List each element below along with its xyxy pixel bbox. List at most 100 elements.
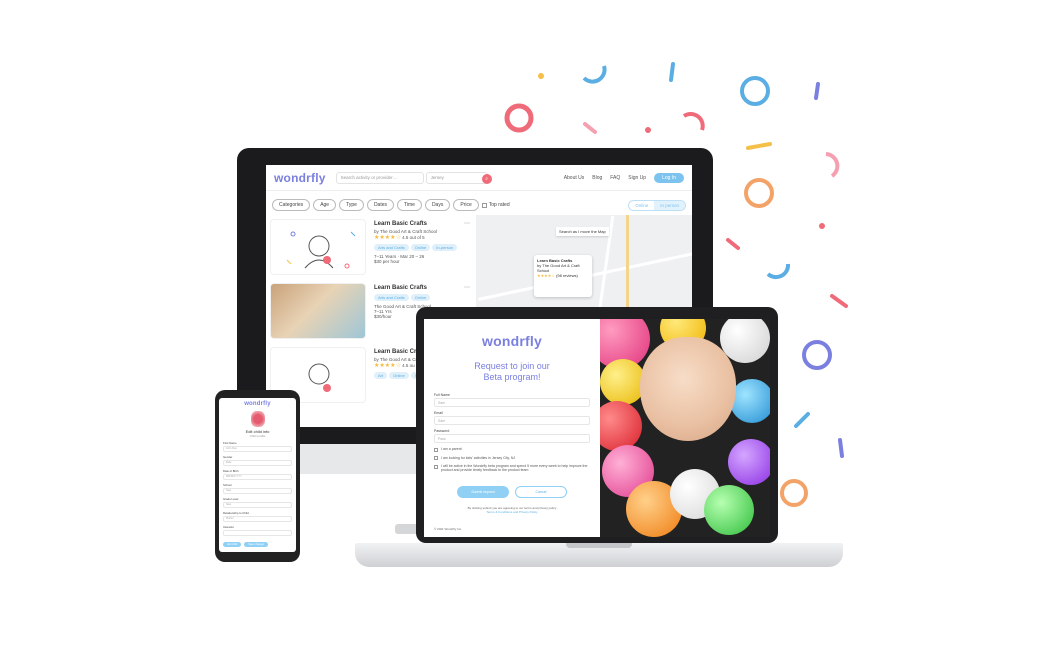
laptop-screen: wondrfly Request to join our Beta progra… [424,319,770,537]
title-line-1: Request to join our [474,361,550,371]
star-rating-icon: ★★★★☆ [374,235,401,241]
tag: Online [389,372,409,379]
filter-price[interactable]: Price [453,199,479,211]
child-face [640,337,736,441]
form-buttons: Submit request Cancel [434,486,590,498]
dob-label: Date of Birth [223,469,239,473]
tag: Arts and Crafts [374,244,409,251]
password-field[interactable]: Pass [434,434,590,443]
checkbox-icon [481,202,487,208]
ball [728,439,770,485]
phone-buttons: Add child Save changes [223,542,292,547]
listing-photo [270,283,366,339]
nav-faq[interactable]: FAQ [610,175,620,181]
terms-notice: By clicking submit you are agreeing to o… [434,506,590,514]
rating-text: 4.5 ou [402,363,415,368]
tag: Online [410,294,431,301]
first-name-field[interactable]: John Doe [223,446,292,452]
nav-sign-up[interactable]: Sign Up [628,175,646,181]
toggle-online[interactable]: Online [629,201,654,210]
dob-field[interactable]: MM/DD/YYYY [223,474,292,480]
share-icon[interactable]: ⋯ [464,284,470,291]
filter-categories[interactable]: Categories [272,199,311,211]
star-rating-icon: ★★★★☆ [374,363,401,369]
grade-field[interactable]: Sate [223,502,292,508]
listing-title[interactable]: Learn Basic Crafts [374,285,472,291]
site-header: wondrfly Search activity or provider… Je… [266,165,692,191]
phone-subtitle: Child profile [249,434,266,438]
interests-label: Interests [223,525,234,529]
listing-title[interactable]: Learn Basic Crafts [374,221,472,227]
top-rated-checkbox[interactable]: Top rated [481,202,510,208]
password-label: Password [434,429,450,433]
tag: Online [410,244,431,251]
ball [730,379,770,423]
checkbox-label: I will be active in the Wondrfly beta pr… [441,464,588,472]
filter-type[interactable]: Type [339,199,364,211]
add-child-button[interactable]: Add child [223,542,242,547]
laptop-notch [566,543,632,548]
school-field[interactable]: Sate [223,488,292,494]
listing-rating: ★★★★☆ 4.5 out of 5 [374,234,472,241]
gender-field[interactable]: Male [223,460,292,466]
cancel-button[interactable]: Cancel [515,486,567,498]
checkbox-icon [434,464,438,469]
share-icon[interactable]: ⋯ [464,220,470,227]
search-input[interactable]: Search activity or provider… [335,171,424,184]
popup-provider: by The Good Art & Craft School [537,263,580,273]
title-line-2: Beta program! [483,372,541,382]
nav-blog[interactable]: Blog [592,175,602,181]
nav-about-us[interactable]: About Us [564,175,585,181]
wondrfly-logo[interactable]: wondrfly [223,401,292,407]
child-avatar[interactable] [250,411,265,427]
star-rating-icon: ★★★★☆ [537,273,555,278]
listing-illustration [270,219,366,275]
online-inperson-toggle: Online In person [628,199,686,211]
filter-time[interactable]: Time [397,199,422,211]
location-value: Jersey [430,175,444,180]
relationship-field[interactable]: Mother [223,516,292,522]
search-placeholder: Search activity or provider… [340,175,398,180]
first-name-label: First Name [223,441,237,445]
beta-signup-form: wondrfly Request to join our Beta progra… [424,319,600,537]
filter-days[interactable]: Days [424,199,451,211]
listing-tags: Arts and Crafts Online In-person [374,244,472,251]
interests-field[interactable] [223,530,292,536]
listing-info: ⋯ Learn Basic Crafts by The Good Art & C… [374,219,472,275]
email-label: Email [434,411,443,415]
location-input[interactable]: Jersey ⌕ [425,171,492,184]
login-button[interactable]: Log In [654,172,684,183]
search-go-icon[interactable]: ⌕ [481,173,492,184]
school-label: School [223,483,232,487]
top-nav: About Us Blog FAQ Sign Up Log In [564,172,684,183]
looking-checkbox[interactable]: I am looking for kids' activities in Jer… [434,456,590,460]
filter-bar: Categories Age Type Dates Time Days Pric… [266,191,692,215]
email-field[interactable]: Sam [434,416,590,425]
map-popup[interactable]: Learn Basic Crafts by The Good Art & Cra… [534,255,592,297]
map-hint-label: Search as I move the Map [559,229,606,234]
ball-pit-photo [600,319,770,537]
filter-age[interactable]: Age [313,199,337,211]
submit-request-button[interactable]: Submit request [457,486,509,498]
active-checkbox[interactable]: I will be active in the Wondrfly beta pr… [434,464,590,472]
ball [704,485,754,535]
search-as-move-checkbox[interactable]: Search as I move the Map [556,227,609,236]
listing-card[interactable]: ⋯ Learn Basic Crafts by The Good Art & C… [270,219,472,275]
parent-checkbox[interactable]: I am a parent [434,447,590,452]
smartphone: wondrfly Edit child info Child profile F… [215,390,300,562]
form-title: Request to join our Beta program! [434,361,590,383]
terms-links[interactable]: Terms & Conditions and Privacy Policy [434,510,590,514]
rating-text: 4.5 out of 5 [402,235,425,240]
listing-tags: Arts and Crafts Online [374,294,472,301]
full-name-label: Full Name [434,393,450,397]
toggle-in-person[interactable]: In person [654,200,685,210]
wondrfly-logo[interactable]: wondrfly [274,171,326,185]
filter-dates[interactable]: Dates [366,199,394,211]
tag: In-person [432,244,458,251]
save-changes-button[interactable]: Save changes [244,542,269,547]
copyright: © 2021 Wondrfly Inc. [434,527,463,531]
craft-illustration-icon [286,231,356,269]
checkbox-icon [434,447,438,452]
full-name-field[interactable]: Sam [434,398,590,407]
wondrfly-logo[interactable]: wondrfly [434,333,590,349]
